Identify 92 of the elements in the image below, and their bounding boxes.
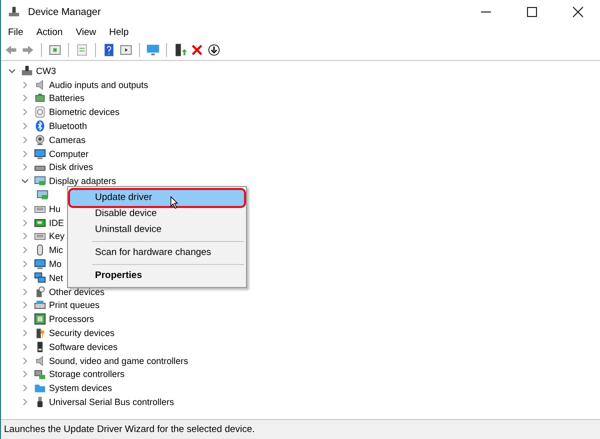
update-driver-icon[interactable] (173, 43, 187, 57)
display-card-icon (36, 189, 49, 202)
network-icon (34, 272, 46, 284)
mouse-icon (34, 244, 46, 256)
folder-icon (34, 382, 46, 394)
speaker-icon (34, 78, 46, 91)
expand-icon[interactable] (21, 356, 29, 365)
expand-icon[interactable] (21, 163, 29, 172)
cursor-icon (170, 196, 179, 209)
tree-item[interactable]: System devices (49, 383, 112, 394)
tree-item[interactable]: CW3 (36, 66, 56, 76)
help-icon[interactable] (102, 43, 116, 57)
tree-item[interactable]: Audio inputs and outputs (49, 80, 148, 90)
tree-item[interactable]: Hu (49, 204, 61, 214)
expand-icon[interactable] (21, 384, 29, 392)
expand-icon[interactable] (21, 108, 29, 116)
bluetooth-icon (34, 120, 46, 132)
battery-icon (34, 92, 46, 104)
tree-item[interactable]: Batteries (49, 93, 85, 104)
expand-icon[interactable] (21, 315, 29, 324)
tree-item[interactable]: Print queues (49, 300, 100, 310)
tree-item[interactable]: Mic (49, 245, 63, 256)
computer-icon (21, 64, 33, 77)
device-icon (34, 286, 46, 298)
menu-item[interactable]: Disable device (70, 206, 244, 222)
expand-icon[interactable] (21, 246, 29, 254)
tree-item[interactable]: Security devices (49, 328, 115, 338)
drive-icon (34, 368, 46, 380)
monitor-icon[interactable] (146, 43, 160, 57)
tree-item[interactable]: IDE (49, 218, 64, 228)
expand-icon[interactable] (21, 218, 29, 227)
chip-card-icon (34, 216, 46, 229)
menu-item[interactable]: Action (36, 26, 63, 38)
tree-item[interactable]: Other devices (49, 286, 105, 297)
menu-item[interactable]: View (76, 26, 96, 38)
window-title: Device Manager (28, 6, 101, 18)
expand-icon[interactable] (21, 136, 29, 144)
expand-icon[interactable] (21, 274, 29, 282)
expand-icon[interactable] (21, 301, 29, 310)
monitor-icon (34, 258, 46, 270)
printer-icon (34, 299, 46, 312)
keyboard-icon (34, 230, 46, 242)
menu-item[interactable]: Help (109, 26, 129, 38)
tree-item[interactable]: Cameras (49, 134, 86, 145)
forward-icon[interactable] (21, 43, 35, 57)
key-icon (34, 327, 46, 340)
tree-item[interactable]: Bluetooth (49, 121, 88, 132)
download-icon[interactable] (207, 43, 221, 57)
display-card-icon (34, 175, 46, 188)
tree-item[interactable]: Key (49, 231, 65, 242)
expand-icon[interactable] (21, 232, 29, 240)
menu-item[interactable]: File (8, 26, 24, 38)
tree-item[interactable]: Mo (49, 259, 62, 270)
tree-item[interactable]: Sound, video and game controllers (49, 356, 188, 366)
tree-item[interactable]: Computer (49, 148, 89, 159)
speaker-icon (34, 354, 46, 367)
tree-item[interactable]: Universal Serial Bus controllers (49, 397, 174, 408)
collapse-icon[interactable] (8, 66, 16, 75)
properties-icon[interactable] (75, 43, 89, 57)
collapse-icon[interactable] (21, 177, 29, 186)
expand-icon[interactable] (21, 122, 29, 130)
chip-icon (34, 313, 46, 326)
tree-item[interactable]: Display adapters (49, 176, 116, 186)
tree-item[interactable]: Biometric devices (49, 107, 120, 118)
expand-icon[interactable] (21, 398, 29, 406)
delete-icon[interactable] (190, 43, 204, 57)
tree-item[interactable]: Disk drives (49, 162, 94, 172)
monitor-icon (34, 148, 46, 160)
expand-icon[interactable] (21, 80, 29, 89)
expand-icon[interactable] (21, 342, 29, 351)
tree-item[interactable]: Storage controllers (49, 369, 125, 380)
menu-item[interactable]: Update driver (70, 190, 244, 206)
expand-icon[interactable] (21, 329, 29, 338)
expand-icon[interactable] (21, 150, 29, 158)
menu-item[interactable]: Properties (70, 268, 244, 284)
expand-icon[interactable] (21, 288, 29, 296)
status-text: Launches the Update Driver Wizard for the selected device. (4, 424, 255, 435)
panel-icon[interactable] (119, 43, 133, 57)
tree-item[interactable]: Processors (49, 314, 94, 324)
computer-icon (8, 6, 20, 18)
webcam-icon (34, 134, 46, 146)
tree-item[interactable]: Net (49, 272, 64, 283)
expand-icon[interactable] (21, 260, 29, 268)
tree-item[interactable]: Software devices (49, 342, 118, 352)
menu-item[interactable]: Uninstall device (70, 222, 244, 238)
back-icon[interactable] (4, 43, 18, 57)
expand-icon[interactable] (21, 370, 29, 378)
expand-icon[interactable] (21, 204, 29, 213)
menu-item[interactable]: Scan for hardware changes (70, 245, 244, 261)
fingerprint-icon (34, 106, 46, 118)
panel-icon[interactable] (48, 43, 62, 57)
expand-icon[interactable] (21, 94, 29, 102)
